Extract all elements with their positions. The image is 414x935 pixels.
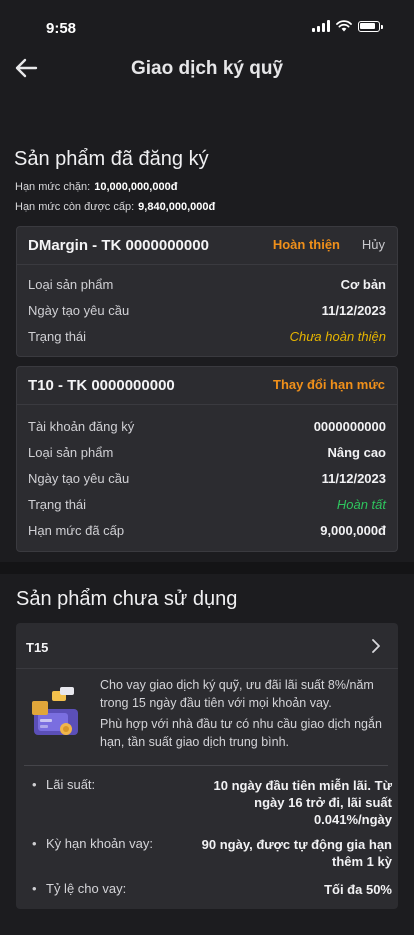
card-row: Loại sản phẩm Cơ bản [28,277,386,295]
bullet-icon: • [32,836,37,851]
battery-icon [358,20,383,32]
row-value: Nâng cao [327,445,386,460]
row-value: 11/12/2023 [321,471,386,486]
feature-value: Tối đa 50% [324,882,392,897]
bullet-icon: • [32,777,37,792]
card-header: T10 - TK 0000000000 Thay đổi hạn mức [17,367,397,405]
card-row: Loại sản phẩm Nâng cao [28,445,386,463]
product-card-header[interactable]: T15 [16,623,398,669]
row-label: Ngày tạo yêu cầu [28,471,130,486]
card-header: DMargin - TK 0000000000 Hoàn thiện Hủy [17,227,397,265]
product-suitability: Phù hợp với nhà đầu tư có nhu cầu giao d… [100,717,382,749]
row-label: Trạng thái [28,497,87,512]
card-title: DMargin - TK 0000000000 [28,237,209,254]
margin-product-illustration [32,687,78,735]
section-title-unused: Sản phẩm chưa sử dụng [16,588,238,610]
card-row: Trạng thái Chưa hoàn thiện [28,329,386,347]
feature-label: Tỷ lệ cho vay: [46,881,127,896]
product-title: T15 [26,640,49,655]
card-title: T10 - TK 0000000000 [28,377,175,394]
block-limit-line: Hạn mức chặn: 10,000,000,000đ [15,181,177,193]
signal-icon [312,20,330,32]
nav-bar: Giao dịch ký quỹ [0,52,414,88]
complete-button[interactable]: Hoàn thiện [273,237,340,252]
row-label: Loại sản phẩm [28,445,114,460]
wifi-icon [336,20,352,32]
remaining-limit-value: 9,840,000,000đ [138,201,216,213]
change-limit-button[interactable]: Thay đổi hạn mức [273,377,385,392]
row-label: Ngày tạo yêu cầu [28,303,130,318]
status-time: 9:58 [46,20,77,37]
row-label: Tài khoản đăng ký [28,419,135,434]
row-label: Loại sản phẩm [28,277,114,292]
card-row: Ngày tạo yêu cầu 11/12/2023 [28,471,386,489]
feature-label: Lãi suất: [46,777,96,792]
remaining-limit-label: Hạn mức còn được cấp: [15,201,135,213]
row-label: Hạn mức đã cấp [28,523,125,538]
cancel-button[interactable]: Hủy [362,237,385,252]
bullet-icon: • [32,881,37,896]
product-card-t15: T15 Cho vay giao dịch ký quỹ, ưu đãi lãi… [16,623,398,909]
card-row: Ngày tạo yêu cầu 11/12/2023 [28,303,386,321]
feature-label: Kỳ hạn khoản vay: [46,836,153,851]
row-label: Trạng thái [28,329,87,344]
divider [24,765,388,766]
registered-card-dmargin: DMargin - TK 0000000000 Hoàn thiện Hủy L… [16,226,398,357]
card-row: Trạng thái Hoàn tất [28,497,386,515]
status-badge: Hoàn tất [336,497,386,512]
block-limit-label: Hạn mức chặn: [15,181,91,193]
block-limit-value: 10,000,000,000đ [94,181,178,193]
registered-card-t10: T10 - TK 0000000000 Thay đổi hạn mức Tài… [16,366,398,552]
status-icons [312,20,383,32]
section-divider [0,562,414,574]
card-row: Hạn mức đã cấp 9,000,000đ [28,523,386,541]
product-description: Cho vay giao dịch ký quỹ, ưu đãi lãi suấ… [100,678,374,710]
feature-value: 90 ngày, được tự động gia hạn thêm 1 kỳ [201,837,392,869]
chevron-right-icon[interactable] [370,639,382,653]
feature-value: 10 ngày đầu tiên miễn lãi. Từ ngày 16 tr… [213,778,392,827]
section-title-registered: Sản phẩm đã đăng ký [14,148,209,170]
row-value: Cơ bản [340,277,386,292]
status-bar: 9:58 [0,0,414,48]
row-value: 0000000000 [313,419,386,434]
row-value: 9,000,000đ [320,523,386,538]
page-title: Giao dịch ký quỹ [130,58,284,79]
card-row: Tài khoản đăng ký 0000000000 [28,419,386,437]
status-badge: Chưa hoàn thiện [289,329,386,344]
row-value: 11/12/2023 [321,303,386,318]
remaining-limit-line: Hạn mức còn được cấp: 9,840,000,000đ [15,201,215,213]
